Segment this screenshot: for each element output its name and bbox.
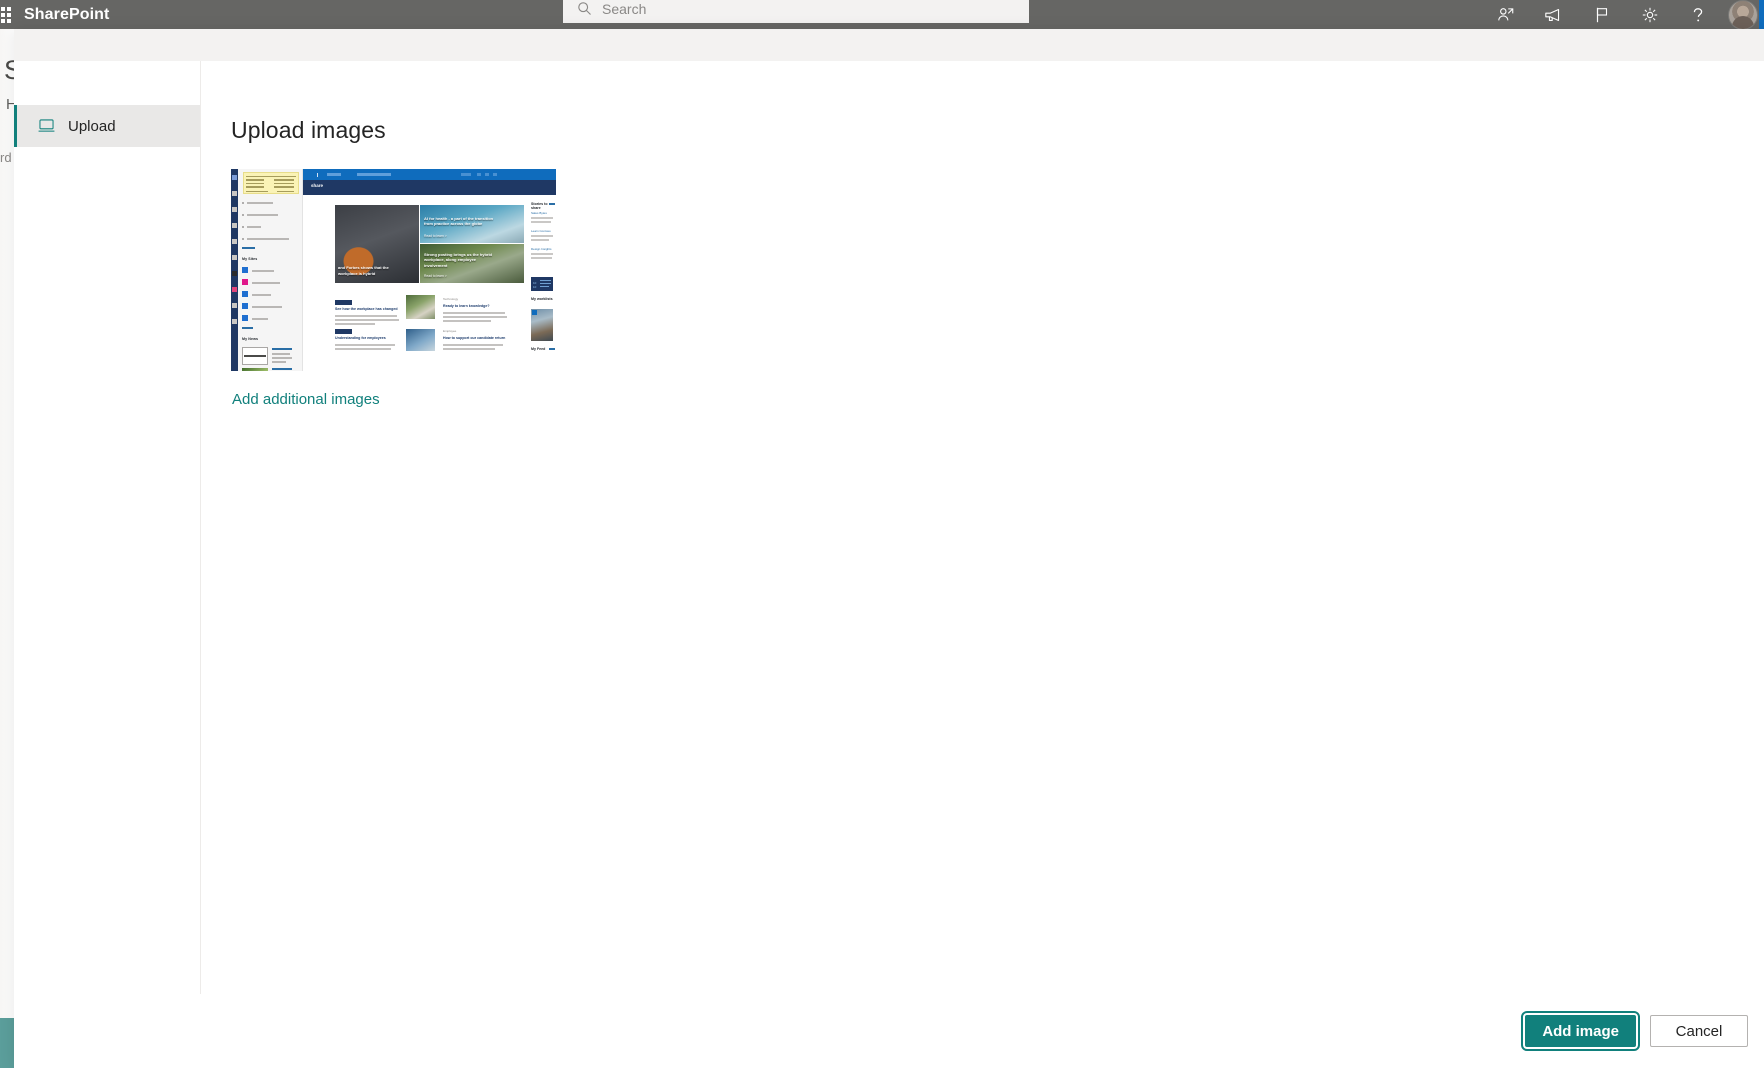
dialog-content: Upload images bbox=[201, 61, 1764, 994]
megaphone-icon[interactable] bbox=[1530, 0, 1578, 29]
search-icon bbox=[577, 1, 592, 16]
flag-icon[interactable] bbox=[1578, 0, 1626, 29]
question-mark-icon[interactable] bbox=[1674, 0, 1722, 29]
rail-item-label: Upload bbox=[68, 118, 116, 135]
thumb-right-card: 1010 bbox=[531, 277, 553, 291]
person-add-icon[interactable] bbox=[1482, 0, 1530, 29]
thumbnail-artwork: My Sites My News bbox=[231, 169, 556, 371]
thumb-right-badge bbox=[532, 310, 537, 315]
thumb-my-sites-header: My Sites bbox=[242, 257, 257, 261]
add-additional-images-link[interactable]: Add additional images bbox=[232, 391, 380, 408]
cancel-button[interactable]: Cancel bbox=[1650, 1015, 1748, 1047]
avatar[interactable] bbox=[1728, 0, 1758, 30]
add-image-button[interactable]: Add image bbox=[1525, 1015, 1636, 1047]
suite-actions bbox=[1482, 0, 1764, 29]
thumb-sub-bar bbox=[303, 180, 556, 195]
suite-bar: SharePoint bbox=[0, 0, 1764, 29]
thumb-my-news-header: My News bbox=[242, 337, 258, 341]
suite-search-box[interactable] bbox=[563, 0, 1029, 23]
waffle-grid-icon[interactable] bbox=[0, 0, 20, 29]
search-input[interactable] bbox=[602, 0, 982, 19]
thumb-news-image bbox=[406, 295, 435, 319]
dialog-body: Upload Upload images bbox=[14, 61, 1764, 994]
thumb-hero-tile-2: AI for health - a part of the transition… bbox=[420, 205, 524, 243]
dialog-source-rail: Upload bbox=[14, 61, 201, 994]
uploaded-image-thumbnail[interactable]: My Sites My News bbox=[231, 169, 556, 371]
dialog-top-strip bbox=[14, 29, 1764, 61]
thumb-app-rail bbox=[231, 169, 238, 371]
gear-icon[interactable] bbox=[1626, 0, 1674, 29]
rail-item-upload[interactable]: Upload bbox=[14, 105, 200, 147]
background-card-text: rd bbox=[0, 150, 12, 165]
thumb-tooltip-card bbox=[243, 172, 299, 194]
background-left-gutter bbox=[0, 29, 14, 1018]
upload-images-dialog: Upload Upload images bbox=[14, 29, 1764, 1068]
thumb-hero-tile-3: Strong posting brings us the hybrid work… bbox=[420, 244, 524, 283]
thumb-news-tag bbox=[335, 300, 352, 305]
computer-icon bbox=[38, 119, 55, 133]
suite-brand-sharepoint[interactable]: SharePoint bbox=[24, 6, 109, 24]
accent-edge bbox=[1759, 0, 1764, 29]
page-title: Upload images bbox=[231, 117, 1764, 144]
thumb-hero-tile-1: and Forbes shows that theworkplace is hy… bbox=[335, 205, 419, 283]
dialog-footer: Add image Cancel bbox=[14, 994, 1764, 1068]
